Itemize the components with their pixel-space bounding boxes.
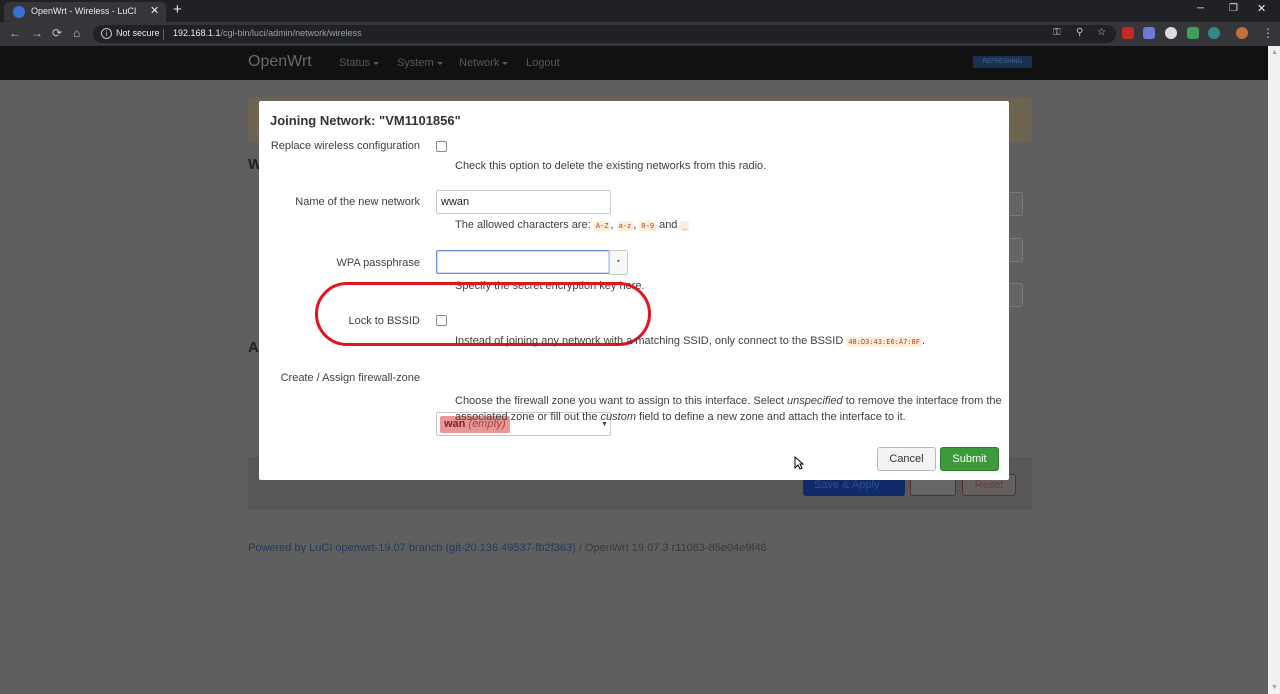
key-icon[interactable]: ⚿ [1053, 27, 1061, 38]
luci-navbar: OpenWrt Status System Network Logout REF… [0, 46, 1268, 80]
extension-icon[interactable] [1187, 27, 1199, 39]
back-icon[interactable]: ← [9, 26, 21, 40]
mouse-cursor-icon [794, 456, 804, 470]
extension-icon[interactable] [1143, 27, 1155, 39]
help-text: Choose the firewall zone you want to ass… [455, 395, 788, 407]
firewall-zone-label: Create / Assign firewall-zone [280, 372, 420, 384]
code-range: 0-9 [639, 221, 657, 231]
help-text: to remove the interface from the [842, 395, 1002, 407]
extension-icon[interactable] [1165, 27, 1177, 39]
home-icon[interactable]: ⌂ [73, 26, 80, 40]
replace-config-checkbox[interactable] [436, 141, 447, 152]
submit-button[interactable]: Submit [940, 447, 999, 471]
join-network-modal: Joining Network: "VM1101856" Replace wir… [259, 101, 1009, 480]
menu-icon[interactable]: ⋮ [1262, 26, 1274, 40]
help-emphasis: unspecified [787, 395, 843, 407]
tab-close-icon[interactable]: ✕ [150, 4, 159, 17]
help-text: associated zone or fill out the [455, 411, 601, 423]
bookmark-star-icon[interactable]: ☆ [1097, 27, 1106, 38]
allowed-chars-text: The allowed characters are: [455, 219, 594, 231]
period-text: . [921, 335, 926, 347]
browser-tab[interactable]: OpenWrt - Wireless - LuCI ✕ [4, 2, 166, 22]
page-content: OpenWrt Status System Network Logout REF… [0, 46, 1268, 694]
brand-logo[interactable]: OpenWrt [248, 53, 312, 71]
scroll-down-icon[interactable]: ▼ [1271, 684, 1278, 691]
menu-network-label: Network [459, 57, 500, 69]
menu-status-label: Status [339, 57, 371, 69]
menu-system-label: System [397, 57, 434, 69]
close-icon: ✕ [1257, 3, 1267, 15]
lock-bssid-label: Lock to BSSID [348, 315, 420, 327]
new-tab-button[interactable]: + [173, 2, 182, 18]
menu-network[interactable]: Network [459, 57, 509, 69]
section-heading-fragment: A [248, 339, 259, 356]
zoom-icon[interactable]: ⚲ [1076, 27, 1083, 38]
powered-by-link[interactable]: Powered by LuCI openwrt-19.07 branch (gi… [248, 542, 576, 554]
address-divider [163, 29, 164, 40]
caret-down-icon [502, 61, 509, 65]
adblock-extension-icon[interactable] [1122, 27, 1134, 39]
lock-bssid-checkbox[interactable] [436, 315, 447, 326]
firewall-zone-help-line1: Choose the firewall zone you want to ass… [455, 395, 1002, 407]
lock-bssid-help: Instead of joining any network with a ma… [455, 335, 925, 347]
refresh-badge[interactable]: REFRESHING [973, 56, 1032, 68]
network-name-label: Name of the new network [295, 196, 420, 208]
bssid-help-text: Instead of joining any network with a ma… [455, 335, 847, 347]
version-text: / OpenWrt 19.07.3 r11063-85e04e9f46 [575, 542, 767, 554]
help-text: field to define a new zone and attach th… [636, 411, 906, 423]
url-host: 192.168.1.1 [173, 28, 221, 38]
cancel-button[interactable]: Cancel [877, 447, 936, 471]
browser-toolbar: ← → ⟳ ⌂ i Not secure 192.168.1.1/cgi-bin… [0, 22, 1280, 46]
firewall-zone-help-line2: associated zone or fill out the custom f… [455, 411, 906, 423]
footer-text: Powered by LuCI openwrt-19.07 branch (gi… [248, 542, 767, 554]
address-bar[interactable]: i Not secure 192.168.1.1/cgi-bin/luci/ad… [93, 25, 1116, 43]
browser-tab-bar: OpenWrt - Wireless - LuCI ✕ + ─ ❐ ✕ [0, 0, 1280, 22]
separator-text: , [610, 219, 617, 231]
code-range: A-Z [593, 221, 611, 231]
restore-icon[interactable]: ❐ [1229, 3, 1238, 14]
code-range: a-z [616, 221, 634, 231]
wpa-passphrase-input[interactable] [436, 250, 610, 274]
window-close-button[interactable]: ✕ [1244, 0, 1280, 20]
wpa-passphrase-label: WPA passphrase [336, 257, 420, 269]
extension-icon[interactable] [1208, 27, 1220, 39]
network-name-input[interactable]: wwan [436, 190, 611, 214]
info-icon[interactable]: i [101, 28, 112, 39]
tab-title: OpenWrt - Wireless - LuCI [31, 6, 137, 16]
url-path: /cgi-bin/luci/admin/network/wireless [220, 28, 362, 38]
profile-avatar-icon[interactable] [1236, 27, 1248, 39]
scroll-up-icon[interactable]: ▲ [1271, 49, 1278, 56]
reveal-password-button[interactable]: ▪ [609, 250, 628, 275]
menu-system[interactable]: System [397, 57, 443, 69]
menu-logout[interactable]: Logout [526, 57, 560, 69]
security-status[interactable]: Not secure [116, 28, 160, 38]
modal-title: Joining Network: "VM1101856" [270, 113, 461, 128]
save-apply-label: Save & Apply [814, 479, 880, 491]
replace-config-help: Check this option to delete the existing… [455, 160, 767, 172]
minimize-icon[interactable]: ─ [1197, 3, 1204, 14]
reload-icon[interactable]: ⟳ [52, 26, 62, 40]
luci-favicon-icon [13, 6, 25, 18]
help-emphasis: custom [600, 411, 636, 423]
code-underscore: _ [680, 221, 689, 231]
url-text[interactable]: 192.168.1.1/cgi-bin/luci/admin/network/w… [173, 28, 362, 38]
menu-status[interactable]: Status [339, 57, 380, 69]
replace-config-label: Replace wireless configuration [270, 140, 420, 152]
and-text: and [656, 219, 681, 231]
caret-down-icon [436, 61, 443, 65]
page-scrollbar[interactable]: ▲ ▼ [1268, 46, 1280, 694]
forward-icon[interactable]: → [31, 26, 43, 40]
bssid-code: 48:D3:43:E6:A7:8F [846, 337, 922, 347]
caret-down-icon [373, 61, 380, 65]
network-name-help: The allowed characters are: A-Z, a-z, 0-… [455, 219, 689, 231]
